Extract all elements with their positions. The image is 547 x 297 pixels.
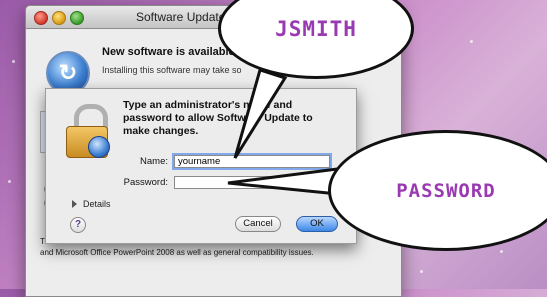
username-callout-tail [233, 68, 288, 159]
password-callout: PASSWORD [328, 130, 547, 251]
